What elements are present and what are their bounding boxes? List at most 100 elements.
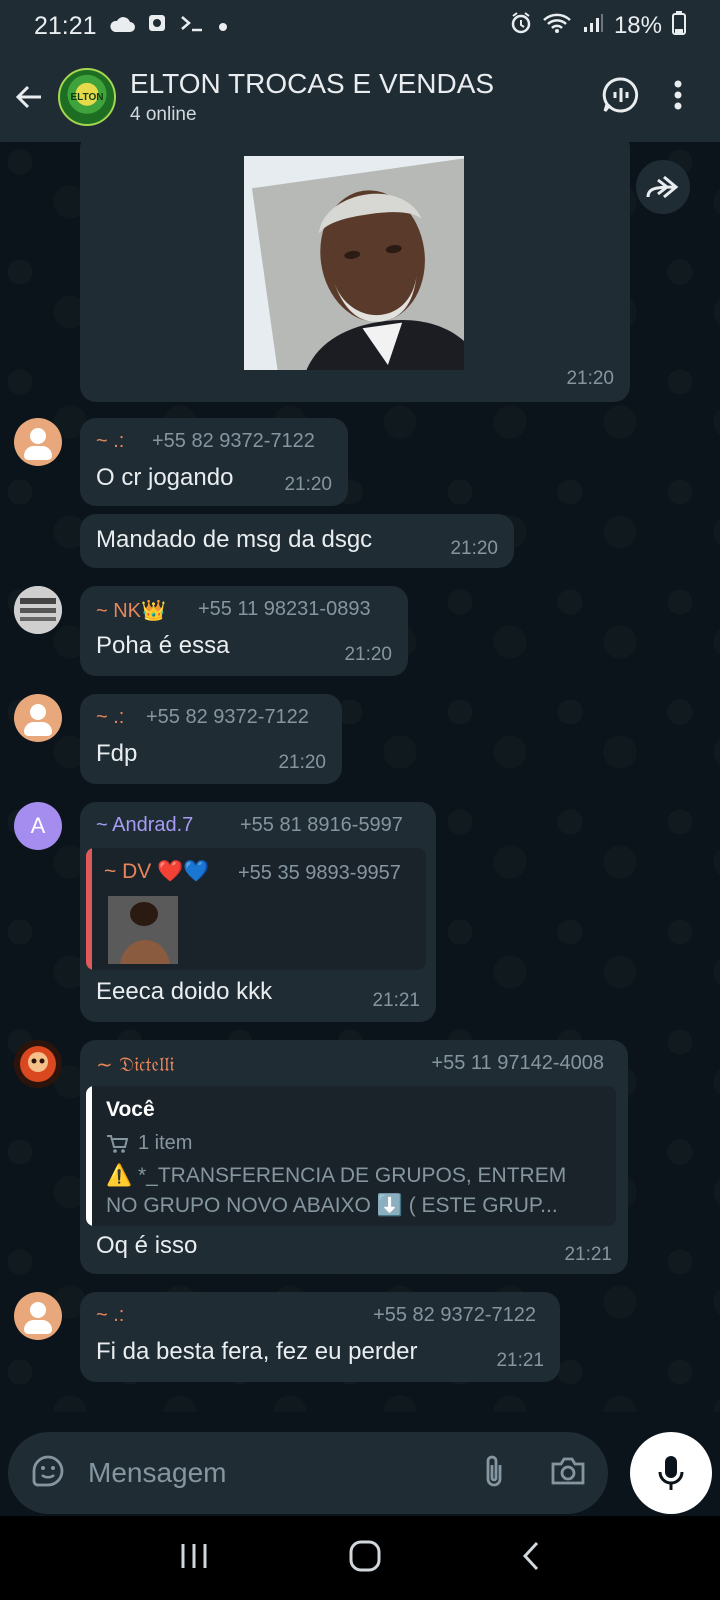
- message-text: O cr jogando: [96, 464, 234, 491]
- sender-name[interactable]: ~ .:: [96, 706, 124, 729]
- battery-icon: [672, 10, 686, 42]
- message-bubble-image[interactable]: 21:20: [80, 142, 630, 402]
- status-time: 21:21: [34, 11, 97, 40]
- message-bubble[interactable]: ~ NK👑 +55 11 98231-0893 Poha é essa 21:2…: [80, 586, 408, 676]
- voice-chat-button[interactable]: [602, 76, 640, 119]
- screenshot-icon: [147, 12, 167, 40]
- battery-percent: 18%: [613, 12, 662, 39]
- message-time: 21:20: [566, 368, 614, 389]
- message-text: Fdp: [96, 740, 138, 767]
- sender-avatar[interactable]: A: [14, 802, 62, 850]
- message-time: 21:20: [278, 752, 326, 773]
- alarm-icon: [510, 11, 532, 41]
- arrow-left-icon: [15, 85, 41, 109]
- sender-avatar[interactable]: [14, 1040, 62, 1088]
- fire-skull-avatar-image: [14, 1040, 62, 1088]
- chat-header: ELTON ELTON TROCAS E VENDAS 4 online: [0, 52, 720, 142]
- message-time: 21:21: [564, 1244, 612, 1265]
- attach-button[interactable]: [482, 1453, 506, 1494]
- message-bubble[interactable]: ~ 𝔇𝔦𝔠𝔱𝔢𝔩𝔩𝔦 +55 11 97142-4008 Você 1 item…: [80, 1040, 628, 1274]
- dot-icon: [217, 12, 229, 40]
- system-back-button[interactable]: [521, 1540, 541, 1577]
- microphone-icon: [658, 1456, 684, 1490]
- sender-avatar[interactable]: [14, 694, 62, 742]
- quoted-photo-image: [108, 896, 178, 964]
- forward-icon: [646, 175, 679, 199]
- chat-area[interactable]: 21:20 ~ .: +55 82 9372-7122 O cr jogando…: [0, 142, 720, 1412]
- message-time: 21:20: [284, 474, 332, 495]
- quoted-sender: ~ DV ❤️💙: [104, 860, 210, 883]
- back-button[interactable]: [0, 52, 58, 142]
- sender-phone: +55 81 8916-5997: [240, 814, 403, 836]
- message-time: 21:21: [496, 1350, 544, 1371]
- quoted-text-line-1: ⚠️ *_TRANSFERENCIA DE GRUPOS, ENTREM: [106, 1164, 567, 1187]
- camera-button[interactable]: [550, 1456, 586, 1491]
- message-bubble[interactable]: ~ .: +55 82 9372-7122 Fdp 21:20: [80, 694, 342, 784]
- camera-icon: [551, 1457, 585, 1484]
- sender-name[interactable]: ~ 𝔇𝔦𝔠𝔱𝔢𝔩𝔩𝔦: [96, 1052, 174, 1076]
- home-button[interactable]: [348, 1539, 382, 1578]
- sender-avatar[interactable]: [14, 1292, 62, 1340]
- sender-avatar[interactable]: [14, 418, 62, 466]
- voice-chat-icon: [602, 77, 639, 112]
- sticker-avatar-image: [14, 586, 62, 634]
- terminal-icon: [179, 12, 205, 40]
- message-text: Fi da besta fera, fez eu perder: [96, 1338, 418, 1365]
- group-avatar-text: ELTON: [70, 91, 104, 103]
- portrait-image: [244, 156, 464, 370]
- sender-phone: +55 82 9372-7122: [373, 1304, 536, 1326]
- message-text: Oq é isso: [96, 1232, 198, 1259]
- message-bubble[interactable]: ~ Andrad.7 +55 81 8916-5997 ~ DV ❤️💙 +55…: [80, 802, 436, 1022]
- quoted-text-line-2: NO GRUPO NOVO ABAIXO ⬇️ ( ESTE GRUP...: [106, 1194, 558, 1217]
- avatar-letter: A: [30, 813, 46, 838]
- sender-phone: +55 82 9372-7122: [152, 430, 315, 452]
- recent-apps-icon: [181, 1543, 207, 1568]
- signal-icon: [582, 12, 604, 41]
- message-time: 21:20: [450, 538, 498, 559]
- message-text: Eeeca doido kkk: [96, 978, 273, 1005]
- sender-name[interactable]: ~ .:: [96, 1304, 124, 1327]
- emoji-sticker-button[interactable]: [30, 1453, 66, 1494]
- header-title-block[interactable]: ELTON TROCAS E VENDAS 4 online: [130, 68, 494, 126]
- quoted-sender: Você: [106, 1098, 155, 1121]
- voice-record-button[interactable]: [630, 1432, 712, 1514]
- sticker-icon: [32, 1455, 64, 1486]
- more-vertical-icon: [674, 80, 682, 109]
- group-avatar[interactable]: ELTON: [58, 68, 116, 126]
- chevron-left-icon: [522, 1541, 538, 1570]
- message-bubble[interactable]: ~ .: +55 82 9372-7122 Fi da besta fera, …: [80, 1292, 560, 1382]
- paperclip-icon: [486, 1455, 502, 1486]
- quoted-message[interactable]: ~ DV ❤️💙 +55 35 9893-9957: [86, 848, 426, 970]
- status-bar: 21:21 18%: [0, 0, 720, 52]
- online-count: 4 online: [130, 104, 197, 125]
- sender-avatar[interactable]: [14, 586, 62, 634]
- quoted-thumbnail: [108, 896, 178, 964]
- quoted-item-count: 1 item: [138, 1132, 193, 1154]
- message-text: Poha é essa: [96, 632, 230, 659]
- message-bubble[interactable]: ~ .: +55 82 9372-7122 O cr jogando 21:20: [80, 418, 348, 506]
- message-image[interactable]: [244, 156, 464, 370]
- home-icon: [349, 1540, 381, 1571]
- sender-phone: +55 11 97142-4008: [431, 1052, 604, 1074]
- wifi-icon: [542, 12, 572, 41]
- sender-name[interactable]: ~ .:: [96, 430, 124, 453]
- message-time: 21:21: [372, 990, 420, 1011]
- message-time: 21:20: [344, 644, 392, 665]
- message-text: Mandado de msg da dsgc: [96, 526, 373, 553]
- quoted-phone: +55 35 9893-9957: [238, 862, 401, 884]
- more-options-button[interactable]: [674, 80, 682, 115]
- sender-phone: +55 82 9372-7122: [146, 706, 309, 728]
- group-title: ELTON TROCAS E VENDAS: [130, 68, 495, 99]
- forward-button[interactable]: [636, 160, 690, 214]
- quoted-message[interactable]: Você 1 item ⚠️ *_TRANSFERENCIA DE GRUPOS…: [86, 1086, 616, 1226]
- sender-phone: +55 11 98231-0893: [198, 598, 371, 620]
- system-navigation-bar: [0, 1516, 720, 1600]
- recent-apps-button[interactable]: [179, 1542, 209, 1575]
- message-input[interactable]: Mensagem: [88, 1457, 227, 1489]
- sender-name[interactable]: ~ NK👑: [96, 598, 166, 623]
- cart-icon: [106, 1134, 129, 1159]
- sender-name[interactable]: ~ Andrad.7: [96, 814, 193, 837]
- message-bubble[interactable]: Mandado de msg da dsgc 21:20: [80, 514, 514, 568]
- cloud-icon: [109, 12, 135, 40]
- message-composer[interactable]: Mensagem: [8, 1432, 608, 1514]
